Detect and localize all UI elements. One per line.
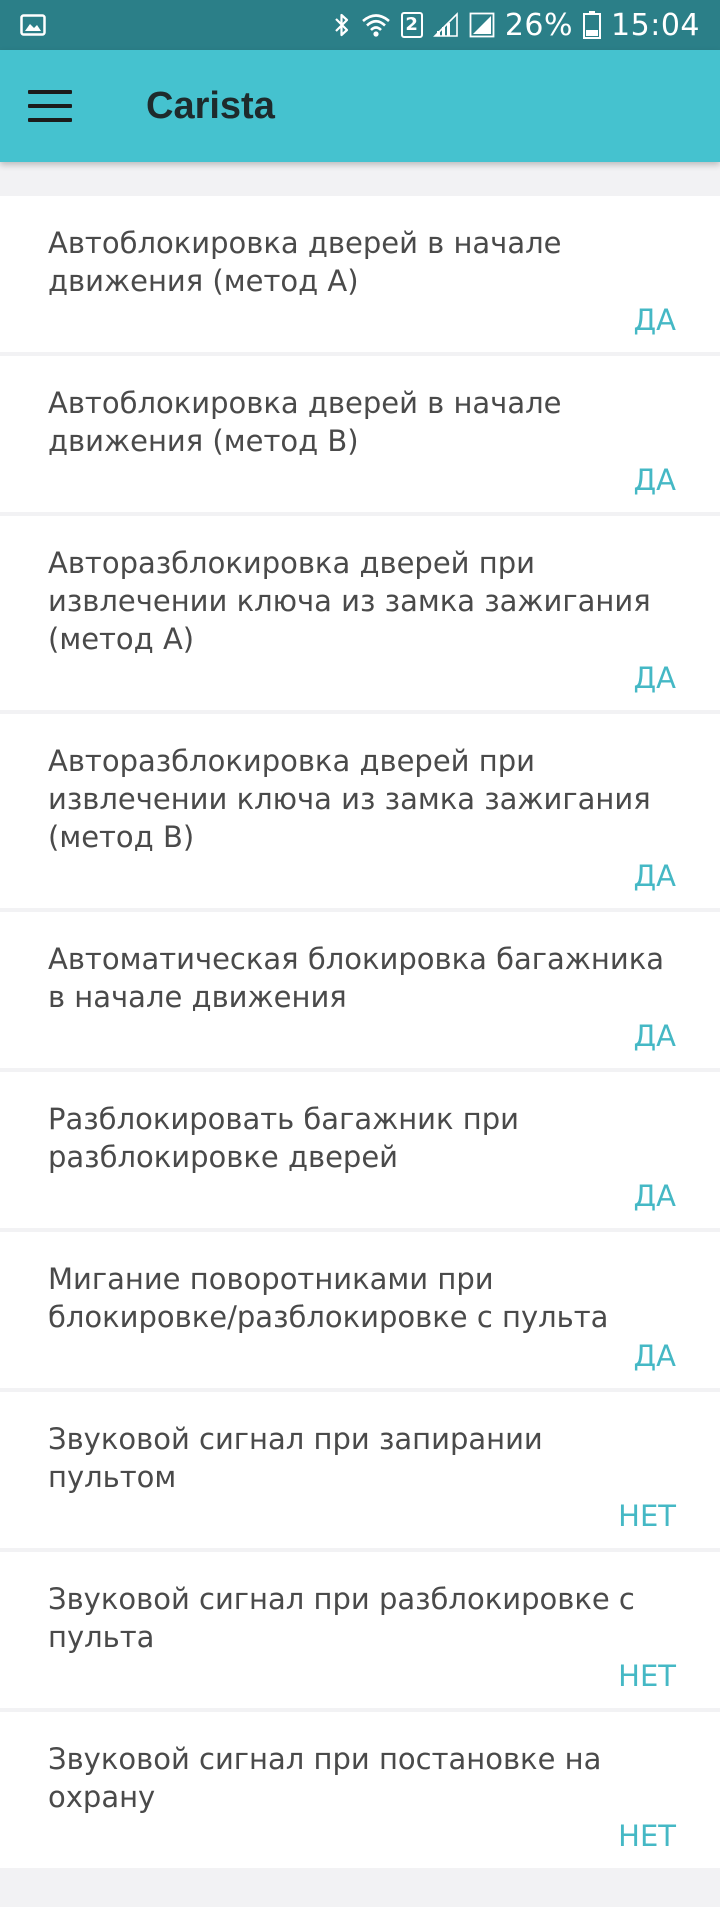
- setting-label: Мигание поворотниками при блокировке/раз…: [48, 1262, 609, 1334]
- setting-value: ДА: [633, 1179, 677, 1213]
- setting-value: НЕТ: [618, 1659, 676, 1693]
- app-bar: Carista: [0, 50, 720, 162]
- setting-value: ДА: [633, 859, 677, 893]
- setting-item[interactable]: Звуковой сигнал при разблокировке с пуль…: [0, 1552, 720, 1708]
- setting-value: ДА: [633, 1019, 677, 1053]
- setting-value: НЕТ: [618, 1499, 676, 1533]
- setting-item[interactable]: Мигание поворотниками при блокировке/раз…: [0, 1232, 720, 1388]
- status-left: [20, 14, 46, 36]
- setting-item[interactable]: Автоблокировка дверей в начале движения …: [0, 356, 720, 512]
- setting-item[interactable]: Звуковой сигнал при постановке на охрану…: [0, 1712, 720, 1868]
- setting-label: Автоматическая блокировка багажника в на…: [48, 942, 664, 1014]
- setting-item[interactable]: Разблокировать багажник при разблокировк…: [0, 1072, 720, 1228]
- signal-icon-2: [469, 12, 495, 38]
- signal-icon: [432, 12, 458, 37]
- gallery-notification-icon: [20, 14, 46, 36]
- battery-percentage: 26%: [504, 7, 574, 43]
- settings-list: Автоблокировка дверей в начале движения …: [0, 196, 720, 1872]
- setting-item[interactable]: Звуковой сигнал при запирании пультом НЕ…: [0, 1392, 720, 1548]
- status-time: 15:04: [611, 7, 700, 43]
- battery-icon: [583, 11, 602, 39]
- wifi-icon: [362, 14, 390, 37]
- setting-label: Авторазблокировка дверей при извлечении …: [48, 546, 651, 656]
- menu-line: [28, 118, 72, 122]
- menu-hamburger-icon[interactable]: [28, 90, 72, 122]
- setting-value: ДА: [633, 1339, 677, 1373]
- setting-value: ДА: [633, 303, 677, 337]
- setting-label: Звуковой сигнал при разблокировке с пуль…: [48, 1582, 635, 1654]
- setting-label: Звуковой сигнал при постановке на охрану: [48, 1742, 602, 1814]
- status-bar: 2 26% 15:04: [0, 0, 720, 50]
- setting-label: Авторазблокировка дверей при извлечении …: [48, 744, 651, 854]
- bluetooth-icon: [335, 13, 348, 37]
- setting-item[interactable]: Автоблокировка дверей в начале движения …: [0, 196, 720, 352]
- setting-value: ДА: [633, 463, 677, 497]
- setting-label: Звуковой сигнал при запирании пультом: [48, 1422, 543, 1494]
- setting-label: Автоблокировка дверей в начале движения …: [48, 386, 562, 458]
- setting-item[interactable]: Авторазблокировка дверей при извлечении …: [0, 714, 720, 908]
- setting-label: Разблокировать багажник при разблокировк…: [48, 1102, 519, 1174]
- setting-item[interactable]: Автоматическая блокировка багажника в на…: [0, 912, 720, 1068]
- setting-value: НЕТ: [618, 1819, 676, 1853]
- app-title: Carista: [146, 84, 275, 127]
- setting-item[interactable]: Авторазблокировка дверей при извлечении …: [0, 516, 720, 710]
- menu-line: [28, 104, 72, 108]
- status-right: 2 26% 15:04: [333, 8, 700, 43]
- sim-slot-badge: 2: [400, 12, 423, 38]
- setting-value: ДА: [633, 661, 677, 695]
- menu-line: [28, 90, 72, 94]
- setting-label: Автоблокировка дверей в начале движения …: [48, 226, 562, 298]
